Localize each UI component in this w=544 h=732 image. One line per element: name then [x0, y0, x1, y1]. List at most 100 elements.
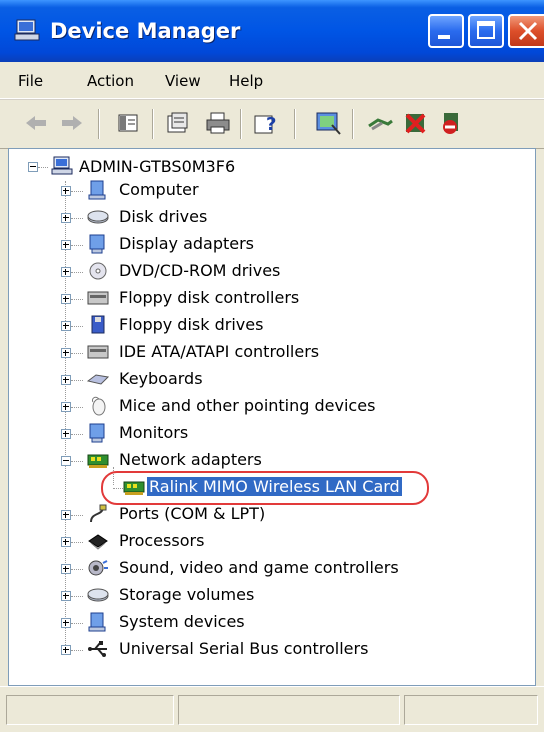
tree-item-label: Network adapters: [119, 450, 262, 469]
tree-item-ports[interactable]: Ports (COM & LPT): [9, 502, 529, 528]
usb-icon: [88, 641, 107, 657]
device-tree[interactable]: ADMIN-GTBS0M3F6 Computer Disk drives Dis…: [8, 148, 536, 686]
tree-item-display-adapters[interactable]: Display adapters: [9, 232, 529, 258]
expand-toggle[interactable]: [61, 321, 71, 331]
network-adapter-icon: [87, 454, 109, 468]
tree-item-label: IDE ATA/ATAPI controllers: [119, 342, 320, 361]
expand-toggle[interactable]: [61, 213, 71, 223]
cd-drive-icon: [89, 262, 107, 280]
display-adapter-icon: [89, 234, 105, 254]
tree-item-keyboards[interactable]: Keyboards: [9, 367, 529, 393]
expand-toggle[interactable]: [61, 294, 71, 304]
tree-item-label: Monitors: [119, 423, 189, 442]
expand-toggle[interactable]: [61, 240, 71, 250]
sound-icon: [88, 560, 108, 576]
forward-arrow-icon[interactable]: [58, 110, 86, 136]
tree-item-sound-video-game[interactable]: Sound, video and game controllers: [9, 556, 529, 582]
keyboard-icon: [87, 374, 109, 385]
menu-file[interactable]: File: [18, 72, 43, 90]
highlight-ring: [101, 471, 429, 505]
controller-icon: [87, 345, 109, 359]
expand-toggle[interactable]: [61, 348, 71, 358]
close-button[interactable]: [508, 14, 544, 48]
expand-toggle[interactable]: [61, 564, 71, 574]
computer-icon: [14, 19, 40, 41]
disable-device-icon[interactable]: [438, 110, 466, 136]
scan-hardware-icon[interactable]: [314, 110, 342, 136]
maximize-icon: [477, 21, 495, 39]
expand-toggle[interactable]: [61, 375, 71, 385]
storage-volume-icon: [87, 588, 109, 602]
computer-icon: [88, 180, 106, 200]
back-arrow-icon[interactable]: [22, 110, 50, 136]
tree-item-floppy-disk-controllers[interactable]: Floppy disk controllers: [9, 286, 529, 312]
expand-toggle[interactable]: [61, 591, 71, 601]
status-pane-2: [178, 695, 400, 725]
status-pane-3: [404, 695, 538, 725]
tree-item-label: Display adapters: [119, 234, 255, 253]
menu-view[interactable]: View: [165, 72, 201, 90]
update-driver-icon[interactable]: [366, 110, 394, 136]
controller-icon: [87, 291, 109, 305]
window-title: Device Manager: [50, 19, 241, 43]
status-bar: [0, 686, 544, 732]
title-bar[interactable]: Device Manager: [0, 0, 544, 62]
tree-item-label: Sound, video and game controllers: [119, 558, 399, 577]
tree-item-processors[interactable]: Processors: [9, 529, 529, 555]
tree-item-usb-controllers[interactable]: Universal Serial Bus controllers: [9, 637, 529, 663]
show-hide-tree-icon[interactable]: [114, 110, 142, 136]
collapse-toggle[interactable]: [28, 162, 38, 172]
tree-item-label: Mice and other pointing devices: [119, 396, 376, 415]
tree-item-label: Universal Serial Bus controllers: [119, 639, 369, 658]
tree-root-label: ADMIN-GTBS0M3F6: [79, 157, 236, 176]
tree-item-ide-controllers[interactable]: IDE ATA/ATAPI controllers: [9, 340, 529, 366]
floppy-drive-icon: [91, 315, 105, 334]
device-manager-window: Device Manager File Action View Help ? A…: [0, 0, 544, 732]
expand-toggle[interactable]: [61, 618, 71, 628]
tree-item-monitors[interactable]: Monitors: [9, 421, 529, 447]
menu-bar: File Action View Help: [0, 62, 544, 99]
collapse-toggle[interactable]: [61, 456, 71, 466]
tree-item-label: Floppy disk drives: [119, 315, 264, 334]
expand-toggle[interactable]: [61, 402, 71, 412]
tree-item-label: Storage volumes: [119, 585, 255, 604]
tree-item-label: System devices: [119, 612, 245, 631]
tree-item-computer[interactable]: Computer: [9, 178, 529, 204]
tree-item-label: Keyboards: [119, 369, 203, 388]
print-icon[interactable]: [204, 110, 232, 136]
expand-toggle[interactable]: [61, 267, 71, 277]
help-icon[interactable]: ?: [252, 110, 280, 136]
system-device-icon: [88, 612, 106, 632]
tree-item-label: Disk drives: [119, 207, 208, 226]
port-icon: [90, 504, 107, 523]
uninstall-icon[interactable]: [402, 110, 430, 136]
expand-toggle[interactable]: [61, 510, 71, 520]
menu-action[interactable]: Action: [87, 72, 134, 90]
monitor-icon: [89, 423, 105, 443]
toolbar: ?: [0, 99, 544, 149]
minimize-button[interactable]: [428, 14, 464, 48]
tree-item-label: Processors: [119, 531, 205, 550]
disk-drive-icon: [87, 210, 109, 224]
expand-toggle[interactable]: [61, 645, 71, 655]
mouse-icon: [92, 396, 106, 416]
tree-item-mice[interactable]: Mice and other pointing devices: [9, 394, 529, 420]
maximize-button[interactable]: [468, 14, 504, 48]
tree-item-label: Computer: [119, 180, 199, 199]
tree-item-floppy-disk-drives[interactable]: Floppy disk drives: [9, 313, 529, 339]
tree-item-label: Ports (COM & LPT): [119, 504, 266, 523]
expand-toggle[interactable]: [61, 429, 71, 439]
status-pane-1: [6, 695, 174, 725]
tree-item-system-devices[interactable]: System devices: [9, 610, 529, 636]
properties-icon[interactable]: [164, 110, 192, 136]
expand-toggle[interactable]: [61, 186, 71, 196]
close-icon: [518, 21, 538, 41]
svg-text:?: ?: [266, 114, 276, 135]
tree-item-disk-drives[interactable]: Disk drives: [9, 205, 529, 231]
tree-item-dvd-cd-rom-drives[interactable]: DVD/CD-ROM drives: [9, 259, 529, 285]
tree-item-storage-volumes[interactable]: Storage volumes: [9, 583, 529, 609]
menu-help[interactable]: Help: [229, 72, 263, 90]
tree-item-label: DVD/CD-ROM drives: [119, 261, 281, 280]
processor-icon: [88, 534, 108, 550]
expand-toggle[interactable]: [61, 537, 71, 547]
